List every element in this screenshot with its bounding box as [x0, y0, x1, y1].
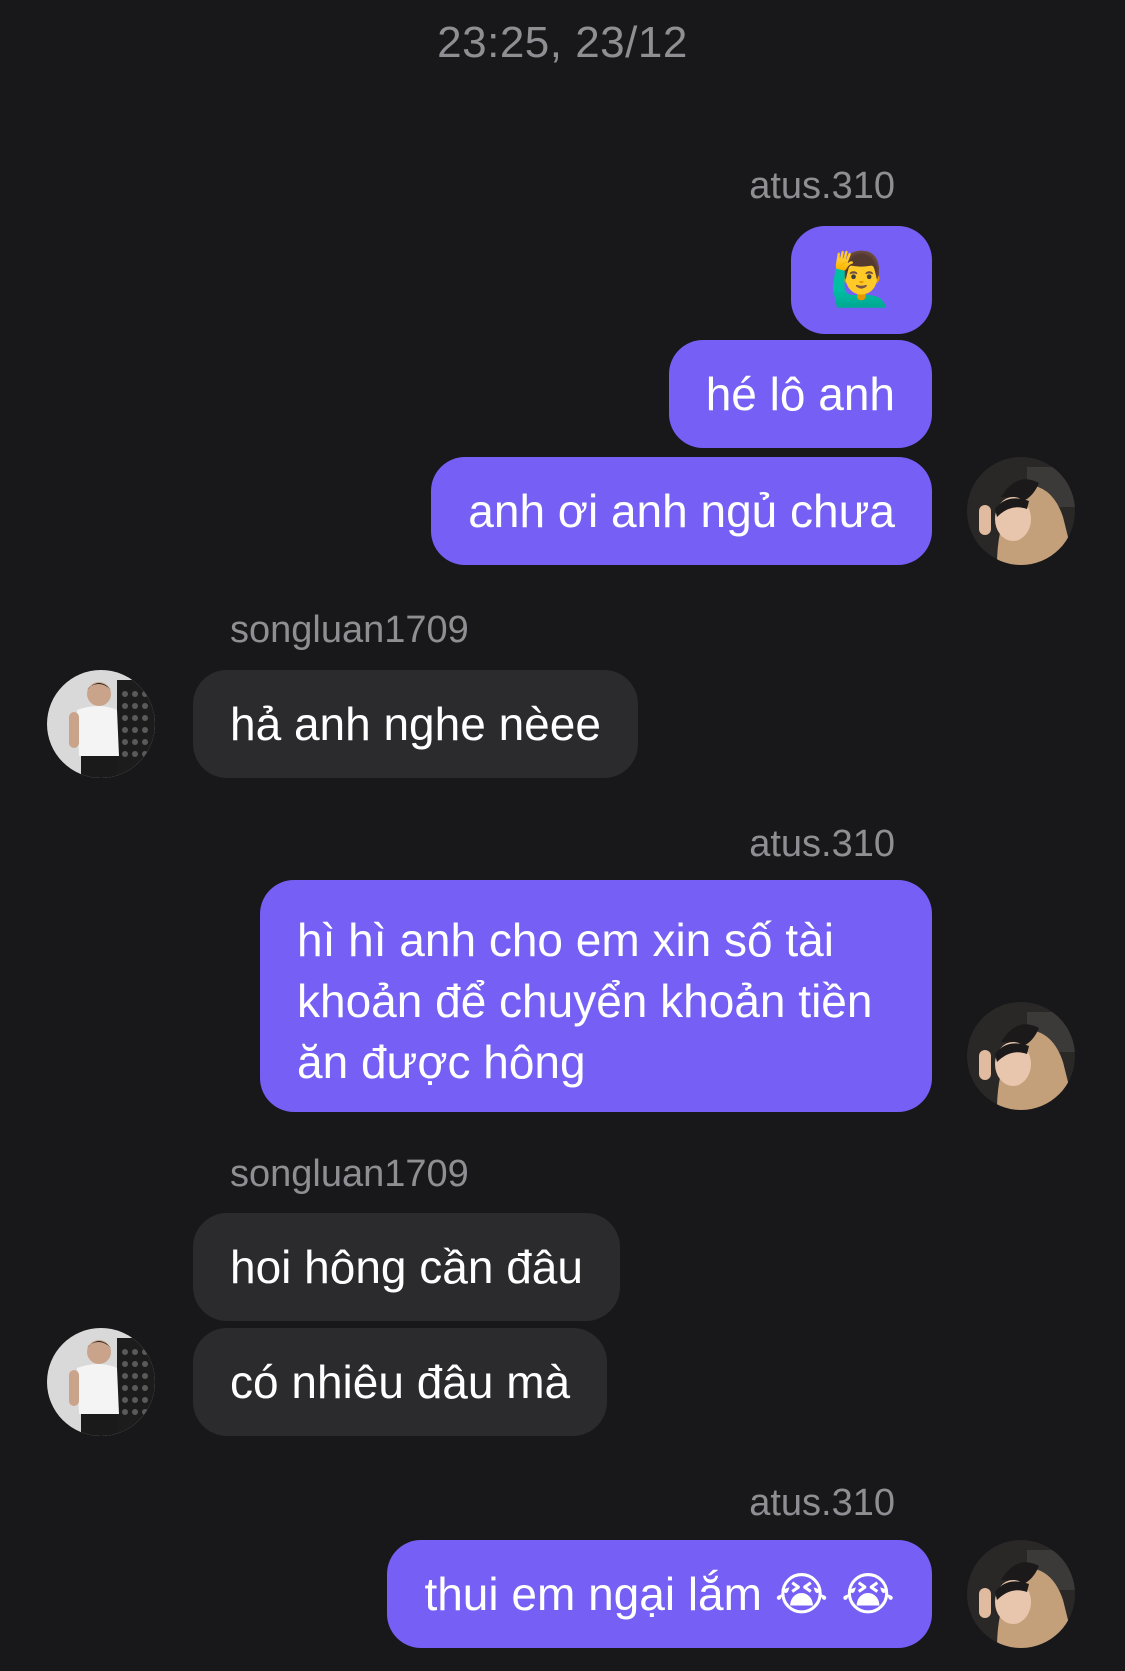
message-text: hả anh nghe nèee [230, 697, 601, 750]
avatar-photo-hoodie-icon [967, 1002, 1075, 1110]
message-text: hì hì anh cho em xin số tài khoản để chu… [297, 914, 873, 1088]
sender-name-me: atus.310 [749, 1482, 895, 1524]
avatar-them[interactable] [47, 670, 155, 778]
chat-timestamp: 23:25, 23/12 [437, 18, 688, 67]
avatar-photo-hoodie-icon [967, 457, 1075, 565]
sender-name-them: songluan1709 [230, 609, 469, 651]
message-bubble-them[interactable]: có nhiêu đâu mà [193, 1328, 608, 1436]
avatar-photo-hoodie-icon [967, 1540, 1075, 1648]
avatar-photo-white-shirt-icon [47, 670, 155, 778]
message-bubble-me[interactable]: 🙋‍♂️ [791, 226, 932, 334]
message-bubble-me[interactable]: hì hì anh cho em xin số tài khoản để chu… [260, 880, 932, 1112]
message-text: hé lô anh [705, 367, 895, 420]
avatar-me[interactable] [967, 1002, 1075, 1110]
message-text: thui em ngại lắm 😭 😭 [424, 1567, 895, 1620]
message-bubble-me[interactable]: anh ơi anh ngủ chưa [431, 457, 932, 565]
message-text: có nhiêu đâu mà [230, 1355, 571, 1408]
avatar-photo-white-shirt-icon [47, 1328, 155, 1436]
avatar-me[interactable] [967, 1540, 1075, 1648]
message-bubble-me[interactable]: hé lô anh [668, 340, 932, 448]
message-text: hoi hông cần đâu [230, 1240, 583, 1293]
sender-name-them: songluan1709 [230, 1153, 469, 1195]
sender-name-me: atus.310 [749, 823, 895, 865]
avatar-them[interactable] [47, 1328, 155, 1436]
message-bubble-them[interactable]: hả anh nghe nèee [193, 670, 638, 778]
message-bubble-them[interactable]: hoi hông cần đâu [193, 1213, 620, 1321]
avatar-me[interactable] [967, 457, 1075, 565]
message-bubble-me[interactable]: thui em ngại lắm 😭 😭 [387, 1540, 932, 1648]
message-text: anh ơi anh ngủ chưa [468, 484, 895, 537]
sender-name-me: atus.310 [749, 165, 895, 207]
raising-hand-emoji: 🙋‍♂️ [829, 250, 894, 309]
